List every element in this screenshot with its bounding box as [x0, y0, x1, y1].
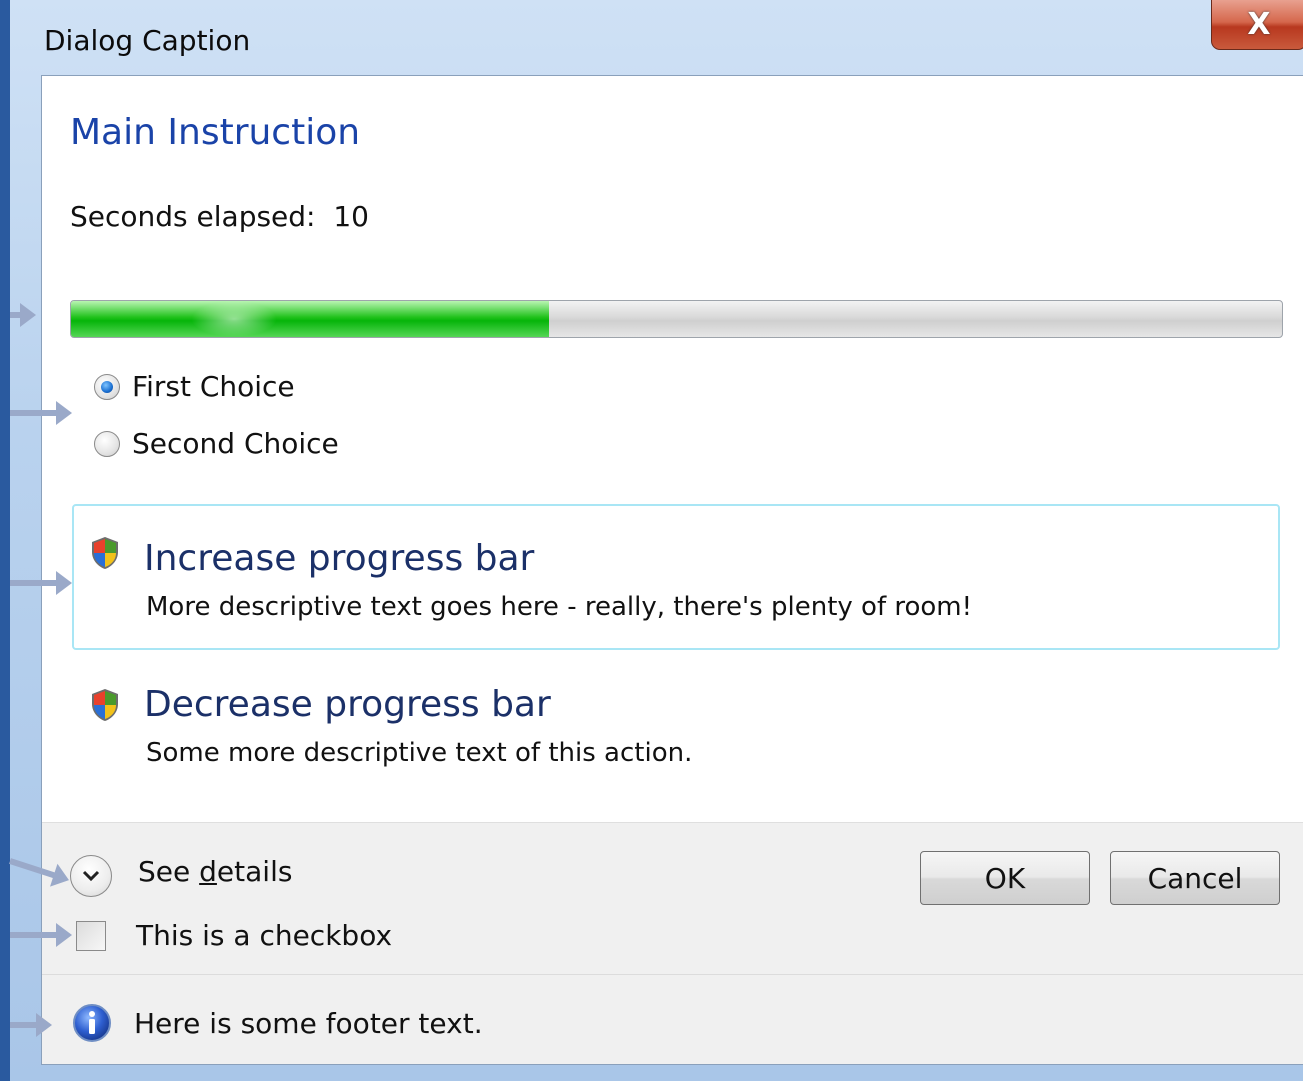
annotation-arrow: [10, 303, 36, 327]
radio-label: First Choice: [132, 370, 295, 403]
dialog-caption: Dialog Caption: [44, 24, 251, 57]
command-link-description: Some more descriptive text of this actio…: [146, 738, 693, 768]
progress-bar: [70, 300, 1283, 338]
info-icon: [73, 1004, 111, 1042]
annotation-arrow: [10, 1013, 52, 1037]
content-text: Seconds elapsed: 10: [70, 200, 369, 233]
ok-button[interactable]: OK: [920, 851, 1090, 905]
chevron-down-icon: [82, 870, 100, 882]
main-instruction: Main Instruction: [70, 112, 361, 153]
footer: Here is some footer text.: [42, 974, 1303, 1064]
expando-button[interactable]: [70, 855, 112, 897]
command-link-decrease-progress[interactable]: Decrease progress bar Some more descript…: [72, 656, 1280, 786]
progress-bar-fill: [71, 301, 550, 337]
verification-checkbox[interactable]: This is a checkbox: [76, 919, 392, 952]
seconds-elapsed-label: Seconds elapsed:: [70, 200, 316, 233]
button-area: See details OK Cancel This is a checkbox: [42, 822, 1303, 974]
annotation-arrow: [10, 401, 72, 425]
title-bar[interactable]: Dialog Caption X: [20, 0, 1303, 75]
seconds-elapsed-value: 10: [333, 200, 369, 233]
close-icon: X: [1247, 7, 1271, 42]
close-button[interactable]: X: [1211, 0, 1303, 50]
radio-second-choice[interactable]: Second Choice: [94, 427, 339, 460]
radio-button[interactable]: [94, 373, 120, 400]
dialog-window: Dialog Caption X Main Instruction Second…: [0, 0, 1303, 1081]
annotation-arrow: [10, 923, 72, 947]
checkbox-label: This is a checkbox: [136, 919, 393, 952]
checkbox[interactable]: [76, 920, 106, 951]
annotation-arrow: [10, 571, 72, 595]
see-details-mnemonic: d: [199, 855, 217, 888]
shield-icon: [92, 537, 118, 569]
radio-first-choice[interactable]: First Choice: [94, 370, 295, 403]
cancel-button[interactable]: Cancel: [1110, 851, 1280, 905]
see-details-prefix: See: [138, 855, 200, 888]
radio-label: Second Choice: [132, 427, 339, 460]
shield-icon: [92, 689, 118, 721]
see-details-suffix: etails: [216, 855, 293, 888]
command-link-increase-progress[interactable]: Increase progress bar More descriptive t…: [72, 504, 1280, 650]
dialog-client-area: Main Instruction Seconds elapsed: 10 Fir…: [41, 75, 1303, 1065]
see-details-label[interactable]: See details: [138, 855, 292, 888]
command-link-title: Increase progress bar: [144, 538, 535, 579]
radio-button[interactable]: [94, 430, 120, 457]
command-link-description: More descriptive text goes here - really…: [146, 592, 973, 622]
footer-text: Here is some footer text.: [134, 1007, 483, 1040]
command-link-title: Decrease progress bar: [144, 684, 551, 725]
